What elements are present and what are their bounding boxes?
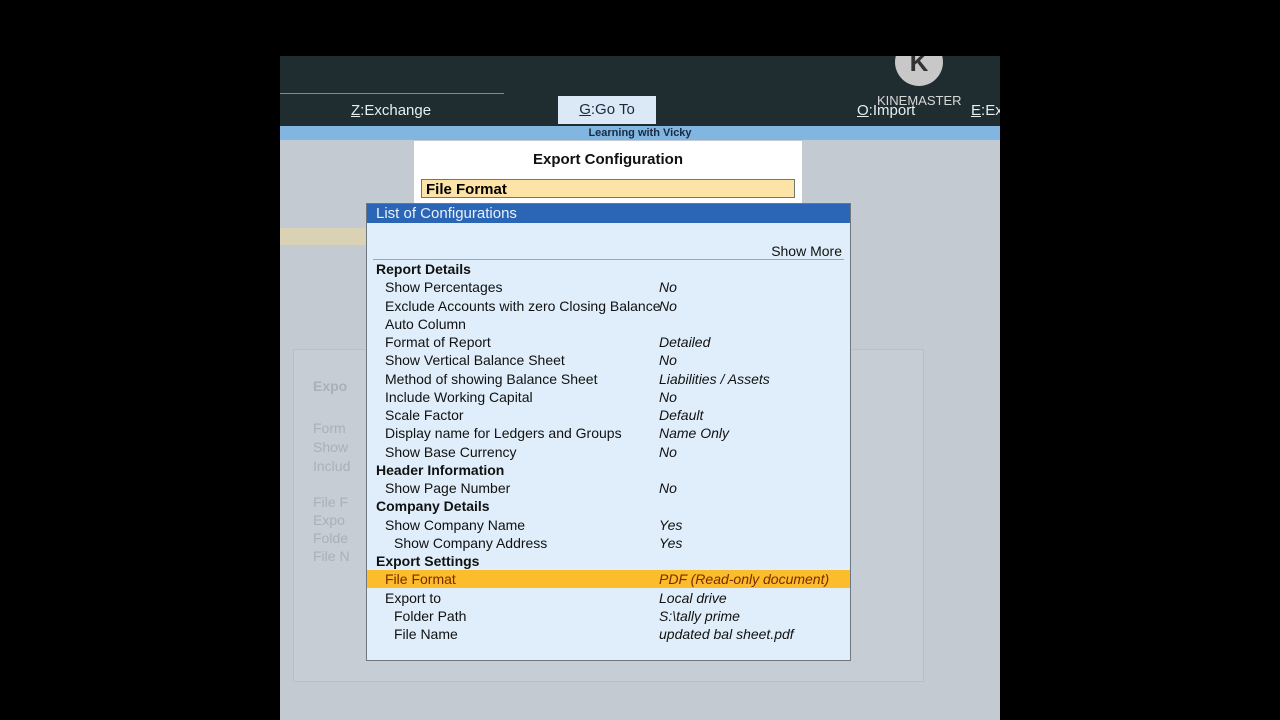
label: Go To — [595, 101, 635, 118]
config-row[interactable]: Show Vertical Balance Sheet No — [367, 351, 850, 369]
list-of-configurations: List of Configurations Show More Report … — [366, 203, 851, 661]
config-label: Export Settings — [376, 553, 480, 569]
config-row[interactable]: Auto Column — [367, 315, 850, 333]
config-label: File Format — [385, 571, 456, 588]
bg-text: Folde — [313, 530, 349, 546]
shortcut-key: E — [971, 102, 982, 119]
config-label: Include Working Capital — [385, 388, 533, 405]
config-value: updated bal sheet.pdf — [659, 626, 794, 642]
tally-window: Z:Exchange G:Go To O:Import E:Ex K KINEM… — [280, 56, 1000, 720]
config-label: Show Percentages — [385, 279, 503, 296]
section-header: Export Settings — [367, 552, 850, 570]
config-value: Default — [659, 407, 704, 423]
config-value: Name Only — [659, 425, 730, 442]
watermark: KINEMASTER — [877, 93, 962, 108]
config-row[interactable]: Show Company Name Yes — [367, 516, 850, 534]
config-row[interactable]: File Format PDF (Read-only document) — [367, 570, 850, 589]
config-value: Detailed — [659, 334, 711, 350]
config-value: No — [659, 443, 677, 460]
config-row[interactable]: Show Page Number No — [367, 479, 850, 497]
goto-button[interactable]: G:Go To — [558, 96, 656, 124]
bg-text: Expo — [313, 512, 345, 528]
config-label: Scale Factor — [385, 407, 464, 423]
config-label: Auto Column — [385, 315, 466, 332]
config-value: Local drive — [659, 589, 727, 606]
section-header: Header Information — [367, 461, 850, 479]
config-row[interactable]: Format of Report Detailed — [367, 333, 850, 351]
config-value: No — [659, 279, 677, 296]
config-value: PDF (Read-only document) — [659, 571, 830, 588]
config-label: Show Page Number — [385, 480, 511, 496]
shortcut-key: Z — [351, 102, 361, 119]
file-format-field[interactable]: File Format — [421, 179, 795, 198]
config-row[interactable]: Exclude Accounts with zero Closing Balan… — [367, 297, 850, 315]
config-row[interactable]: File Name updated bal sheet.pdf — [367, 625, 850, 643]
config-row[interactable]: Show Base Currency No — [367, 443, 850, 461]
config-row[interactable]: Scale Factor Default — [367, 406, 850, 424]
config-value: No — [659, 297, 677, 314]
exchange-button[interactable]: Z:Exchange — [351, 99, 431, 123]
config-value: Yes — [659, 534, 683, 551]
config-label: File Name — [394, 626, 458, 642]
bg-text: Expo — [313, 378, 348, 394]
config-value: No — [659, 388, 677, 405]
divider — [280, 93, 504, 94]
export-button[interactable]: E:Ex — [971, 99, 1000, 123]
company-title-strip: Learning with Vicky — [280, 126, 1000, 140]
config-label: Method of showing Balance Sheet — [385, 370, 598, 387]
config-label: Show Company Address — [394, 534, 548, 551]
config-row[interactable]: Show Percentages No — [367, 278, 850, 296]
config-row[interactable]: Folder Path S:\tally prime — [367, 607, 850, 625]
config-label: Company Details — [376, 498, 490, 515]
bg-text: File F — [313, 494, 348, 510]
export-configuration-panel: Export Configuration File Format — [414, 141, 802, 203]
config-label: Header Information — [376, 461, 505, 478]
config-value: Liabilities / Assets — [659, 370, 770, 387]
bg-text: Form — [313, 420, 346, 436]
config-label: Show Vertical Balance Sheet — [385, 352, 565, 369]
config-label: Report Details — [376, 261, 471, 277]
config-label: Display name for Ledgers and Groups — [385, 425, 622, 442]
config-row[interactable]: Include Working Capital No — [367, 388, 850, 406]
config-label: Export to — [385, 589, 442, 606]
shortcut-key: O — [857, 102, 869, 119]
section-header: Company Details — [367, 497, 850, 515]
config-value: No — [659, 352, 677, 369]
config-label: Format of Report — [385, 334, 491, 350]
config-label: Folder Path — [394, 607, 467, 624]
bg-text: Show — [313, 439, 349, 455]
kinemaster-logo-icon: K — [895, 56, 943, 86]
config-row[interactable]: Show Company Address Yes — [367, 534, 850, 552]
panel-title: Export Configuration — [533, 151, 683, 168]
top-menu-bar: Z:Exchange G:Go To O:Import E:Ex K KINEM… — [280, 56, 1000, 126]
config-value: Yes — [659, 516, 683, 533]
list-title: List of Configurations — [367, 204, 850, 223]
shortcut-key: G — [579, 101, 591, 118]
config-label: Exclude Accounts with zero Closing Balan… — [385, 297, 661, 314]
bg-text: Includ — [313, 458, 351, 474]
config-label: Show Base Currency — [385, 443, 517, 460]
show-more-button[interactable]: Show More — [771, 243, 842, 259]
config-value: S:\tally prime — [659, 607, 740, 624]
config-row[interactable]: Export to Local drive — [367, 589, 850, 607]
config-row[interactable]: Method of showing Balance Sheet Liabiliti… — [367, 370, 850, 388]
section-header: Report Details — [367, 260, 850, 278]
highlight-strip — [280, 228, 370, 245]
label: Exchange — [364, 102, 432, 119]
config-value: No — [659, 480, 677, 496]
bg-text: File N — [313, 548, 350, 564]
config-row[interactable]: Display name for Ledgers and Groups Name … — [367, 424, 850, 442]
config-label: Show Company Name — [385, 516, 526, 533]
label: Ex — [985, 102, 1000, 119]
